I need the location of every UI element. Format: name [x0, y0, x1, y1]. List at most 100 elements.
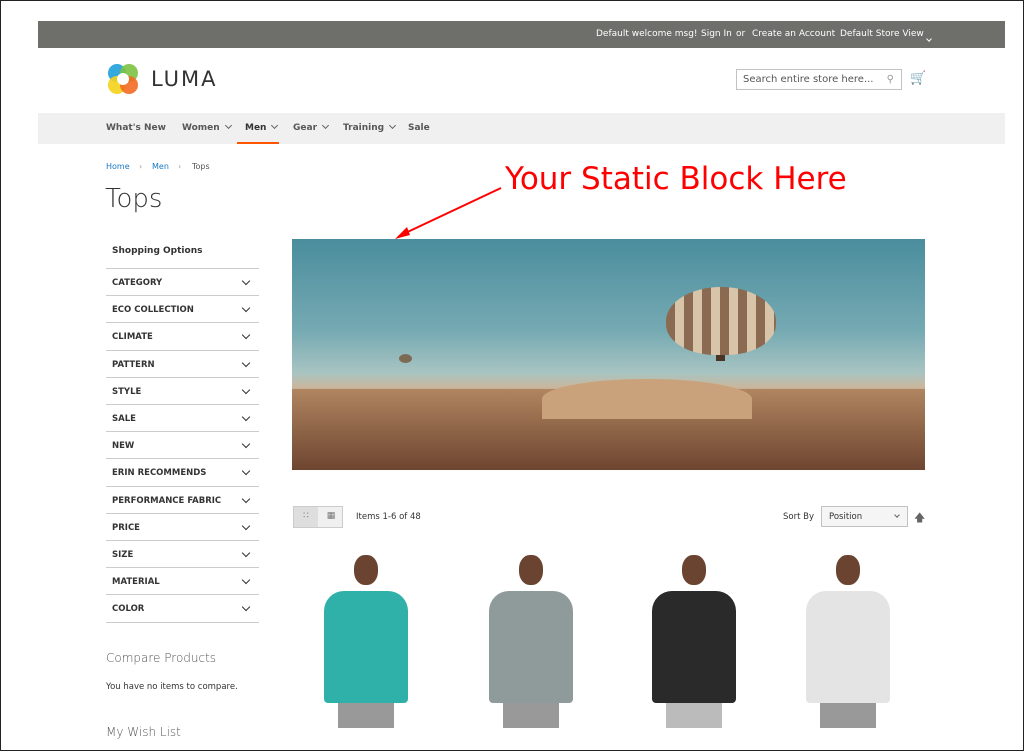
model-head — [519, 555, 543, 585]
filter-label: MATERIAL — [112, 577, 160, 588]
wishlist-title: My Wish List — [106, 725, 181, 739]
filter-label: STYLE — [112, 386, 142, 397]
chevron-down-icon — [241, 358, 251, 367]
filter-label: SALE — [112, 414, 136, 424]
chevron-down-icon — [241, 439, 251, 449]
garment — [652, 591, 736, 703]
filter-sale[interactable]: SALE — [106, 404, 259, 431]
product-image[interactable] — [481, 551, 581, 728]
filter-size[interactable]: SIZE — [106, 540, 259, 567]
sign-in-link[interactable]: Sign In — [701, 29, 732, 39]
view-mode-switcher: ∷ ▦ — [293, 506, 343, 528]
filter-color[interactable]: COLOR — [106, 594, 259, 621]
chevron-down-icon — [389, 121, 397, 130]
logo-icon — [108, 64, 138, 94]
sort-by-label: Sort By — [783, 512, 814, 522]
nav-label: Women — [182, 123, 220, 133]
filter-label: ECO COLLECTION — [112, 305, 194, 316]
distant-balloon — [399, 354, 412, 363]
filter-new[interactable]: NEW — [106, 431, 259, 458]
nav-men[interactable]: Men — [245, 121, 279, 133]
filter-label: ERIN RECOMMENDS — [112, 468, 207, 479]
breadcrumb-separator: › — [178, 162, 182, 171]
nav-training[interactable]: Training — [343, 121, 397, 133]
product-image[interactable] — [644, 551, 744, 728]
chevron-down-icon — [224, 121, 232, 130]
chevron-down-icon — [241, 494, 251, 503]
filter-material[interactable]: MATERIAL — [106, 567, 259, 594]
sort-direction-icon[interactable]: 🡅 — [914, 509, 925, 528]
nav-gear[interactable]: Gear — [293, 121, 330, 133]
grid-view-icon[interactable]: ∷ — [294, 507, 318, 527]
shopping-options-title: Shopping Options — [112, 246, 203, 256]
filter-category[interactable]: CATEGORY — [106, 268, 259, 295]
page-title: Tops — [105, 184, 163, 214]
store-view-label: Default Store View — [840, 29, 924, 39]
chevron-down-icon — [241, 331, 251, 340]
items-count: Items 1-6 of 48 — [356, 512, 421, 522]
chevron-down-icon — [241, 548, 251, 558]
filter-label: PRICE — [112, 522, 140, 533]
chevron-down-icon — [241, 575, 251, 585]
chevron-down-icon — [241, 603, 251, 612]
product-image[interactable] — [798, 551, 898, 728]
filter-label: PERFORMANCE FABRIC — [112, 495, 222, 506]
compare-empty-text: You have no items to compare. — [106, 682, 238, 692]
active-nav-underline — [237, 142, 279, 144]
filter-label: PATTERN — [112, 359, 155, 370]
breadcrumb-home[interactable]: Home — [106, 162, 130, 171]
nav-label: Training — [343, 123, 385, 133]
filter-performance-fabric[interactable]: PERFORMANCE FABRIC — [106, 485, 259, 513]
nav-label: Men — [245, 123, 267, 133]
chevron-down-icon — [241, 412, 251, 422]
chevron-down-icon — [241, 303, 251, 313]
logo-text: LUMA — [151, 67, 218, 91]
filter-pattern[interactable]: PATTERN — [106, 349, 259, 377]
search-icon[interactable]: ⚲ — [887, 74, 894, 85]
store-view-switcher[interactable]: Default Store View — [840, 29, 932, 42]
pants — [338, 703, 394, 728]
sort-value: Position — [829, 512, 863, 522]
welcome-message: Default welcome msg! — [596, 29, 698, 39]
static-block-banner — [292, 239, 925, 470]
pants — [820, 703, 876, 728]
garment — [324, 591, 408, 703]
nav-sale[interactable]: Sale — [408, 123, 430, 133]
chevron-down-icon — [241, 467, 251, 476]
chevron-down-icon — [241, 521, 251, 531]
filter-climate[interactable]: CLIMATE — [106, 322, 259, 349]
annotation-arrow-icon — [395, 187, 502, 239]
search-placeholder: Search entire store here... — [743, 74, 874, 85]
chevron-down-icon — [894, 512, 900, 518]
mesa-hill — [542, 379, 752, 419]
sort-select[interactable]: Position — [821, 506, 908, 527]
cart-icon[interactable]: 🛒 — [910, 71, 926, 86]
breadcrumb-men[interactable]: Men — [152, 162, 169, 171]
filter-label: CATEGORY — [112, 278, 163, 288]
filter-eco-collection[interactable]: ECO COLLECTION — [106, 295, 259, 322]
filter-erin-recommends[interactable]: ERIN RECOMMENDS — [106, 458, 259, 485]
top-bar: Default welcome msg! Sign In or Create a… — [38, 21, 1005, 48]
garment — [489, 591, 573, 703]
product-image[interactable] — [316, 551, 416, 728]
nav-whats-new[interactable]: What's New — [106, 123, 166, 133]
breadcrumb-separator: › — [139, 162, 143, 171]
nav-women[interactable]: Women — [182, 121, 232, 133]
model-head — [836, 555, 860, 585]
annotation-text: Your Static Block Here — [505, 161, 847, 197]
or-text: or — [736, 29, 746, 39]
search-input[interactable]: Search entire store here... ⚲ — [736, 69, 902, 90]
browser-viewport: Default welcome msg! Sign In or Create a… — [0, 0, 1024, 751]
filter-label: SIZE — [112, 550, 134, 560]
nav-label: Gear — [293, 123, 318, 133]
hot-air-balloon — [666, 287, 776, 355]
model-head — [682, 555, 706, 585]
luma-logo[interactable] — [106, 62, 140, 96]
chevron-down-icon — [925, 36, 932, 42]
compare-products-title: Compare Products — [106, 651, 217, 665]
filter-style[interactable]: STYLE — [106, 376, 259, 404]
list-view-icon[interactable]: ▦ — [319, 507, 343, 527]
filter-label: CLIMATE — [112, 332, 153, 343]
filter-price[interactable]: PRICE — [106, 512, 259, 540]
create-account-link[interactable]: Create an Account — [752, 29, 835, 39]
